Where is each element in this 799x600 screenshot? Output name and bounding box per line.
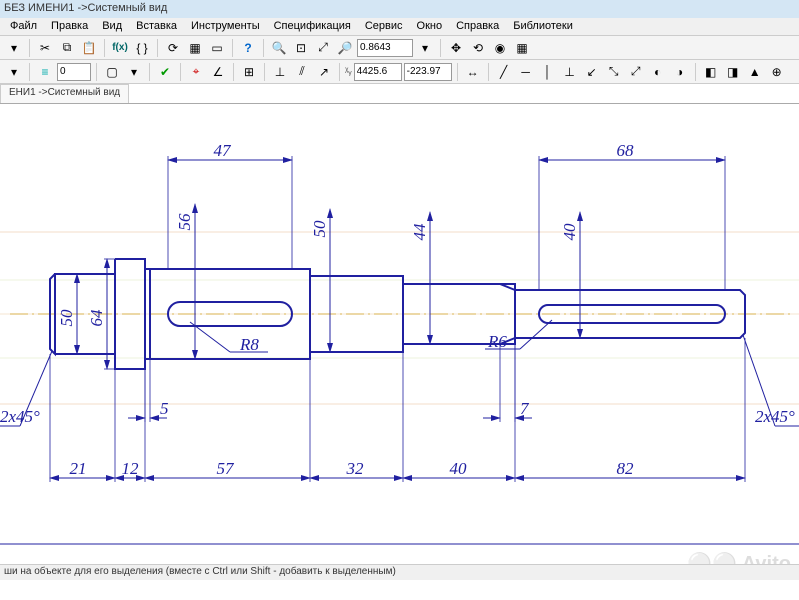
snap-icon[interactable]: ⌖ <box>186 62 206 82</box>
aux6-icon[interactable]: ◧ <box>701 62 721 82</box>
brackets-icon[interactable]: { } <box>132 38 152 58</box>
title-text: БЕЗ ИМЕНИ1 ->Системный вид <box>4 2 167 14</box>
zoom-out-icon[interactable]: 🔎 <box>335 38 355 58</box>
perp2-icon[interactable]: ⊥ <box>560 62 580 82</box>
check-icon[interactable]: ✔ <box>155 62 175 82</box>
grid-icon[interactable]: ⊞ <box>239 62 259 82</box>
shape-icon[interactable]: ▢ <box>102 62 122 82</box>
menu-help[interactable]: Справка <box>450 19 505 34</box>
pan-icon[interactable]: ▦ <box>512 38 532 58</box>
refresh-icon[interactable]: ⟳ <box>163 38 183 58</box>
zoom-in-icon[interactable]: 🔍 <box>269 38 289 58</box>
zoom-fit-icon[interactable]: ⤢ <box>313 38 333 58</box>
tangent-icon[interactable]: ↗ <box>314 62 334 82</box>
dim-50: 50 <box>57 309 76 327</box>
menu-insert[interactable]: Вставка <box>130 19 183 34</box>
dim-56: 56 <box>175 213 194 231</box>
menu-view[interactable]: Вид <box>96 19 128 34</box>
parallel-icon[interactable]: ⫽ <box>292 62 312 82</box>
menu-tools[interactable]: Инструменты <box>185 19 266 34</box>
dim-40: 40 <box>560 223 579 241</box>
dd1-input[interactable] <box>57 63 91 81</box>
menu-service[interactable]: Сервис <box>359 19 409 34</box>
menu-file[interactable]: Файл <box>4 19 43 34</box>
drawing-svg: 47 68 56 50 44 40 50 64 R8 R6 5 <box>0 104 799 564</box>
tab-bar: ЕНИ1 ->Системный вид <box>0 84 799 104</box>
aux3-icon[interactable]: ⤢ <box>626 62 646 82</box>
zoom-area-icon[interactable]: ⊡ <box>291 38 311 58</box>
tab-label: ЕНИ1 ->Системный вид <box>9 87 120 98</box>
dim-linear-icon[interactable]: ↔ <box>463 62 483 82</box>
dim-12: 12 <box>122 459 140 478</box>
line-icon[interactable]: ╱ <box>494 62 514 82</box>
menu-spec[interactable]: Спецификация <box>268 19 357 34</box>
perp-icon[interactable]: ⊥ <box>270 62 290 82</box>
menu-libs[interactable]: Библиотеки <box>507 19 579 34</box>
aux5-icon[interactable]: ◑ <box>670 62 690 82</box>
paste-icon[interactable]: 📋 <box>79 38 99 58</box>
dim-57: 57 <box>217 459 236 478</box>
aux9-icon[interactable]: ⊕ <box>767 62 787 82</box>
aux1-icon[interactable]: ↙ <box>582 62 602 82</box>
aux7-icon[interactable]: ◨ <box>723 62 743 82</box>
dim-21: 21 <box>70 459 87 478</box>
aux8-icon[interactable]: ▲ <box>745 62 765 82</box>
dim-50-inner: 50 <box>310 220 329 238</box>
aux4-icon[interactable]: ◐ <box>648 62 668 82</box>
toolbar-secondary: ▾ ≡ ▢ ▾ ✔ ⌖ ∠ ⊞ ⊥ ⫽ ↗ ᵡᵧ ↔ ╱ ─ │ ⊥ ↙ ⤡ ⤢… <box>0 60 799 84</box>
coord-label: ᵡᵧ <box>345 66 352 77</box>
scissors-icon[interactable]: ✂ <box>35 38 55 58</box>
dim-7: 7 <box>520 399 530 418</box>
new-icon[interactable]: ▾ <box>4 38 24 58</box>
tab-document[interactable]: ЕНИ1 ->Системный вид <box>0 84 129 103</box>
menu-bar: Файл Правка Вид Вставка Инструменты Спец… <box>0 18 799 36</box>
menu-edit[interactable]: Правка <box>45 19 94 34</box>
copy-icon[interactable]: ⧉ <box>57 38 77 58</box>
fx-icon[interactable]: f(x) <box>110 38 130 58</box>
orbit-icon[interactable]: ◉ <box>490 38 510 58</box>
status-bar: ши на объекте для его выделения (вместе … <box>0 564 799 580</box>
dim-r8: R8 <box>239 335 259 354</box>
dim-68: 68 <box>617 141 635 160</box>
angle-icon[interactable]: ∠ <box>208 62 228 82</box>
dim-40b: 40 <box>450 459 468 478</box>
toolbar-main: ▾ ✂ ⧉ 📋 f(x) { } ⟳ ▦ ▭ ? 🔍 ⊡ ⤢ 🔎 ▾ ✥ ⟲ ◉… <box>0 36 799 60</box>
dim-44: 44 <box>410 223 429 241</box>
dd1-icon[interactable]: ▾ <box>4 62 24 82</box>
dim-r6: R6 <box>487 332 507 351</box>
coord-x-input[interactable] <box>354 63 402 81</box>
help-icon[interactable]: ? <box>238 38 258 58</box>
dim-82: 82 <box>617 459 635 478</box>
dropdown-icon[interactable]: ▾ <box>415 38 435 58</box>
move-icon[interactable]: ✥ <box>446 38 466 58</box>
zoom-value-input[interactable] <box>357 39 413 57</box>
layer-icon[interactable]: ≡ <box>35 62 55 82</box>
title-bar: БЕЗ ИМЕНИ1 ->Системный вид <box>0 0 799 18</box>
status-text: ши на объекте для его выделения (вместе … <box>4 566 396 577</box>
layers-icon[interactable]: ▦ <box>185 38 205 58</box>
hline-icon[interactable]: ─ <box>516 62 536 82</box>
dim-64: 64 <box>87 309 106 327</box>
dim-32: 32 <box>346 459 365 478</box>
dd2-icon[interactable]: ▾ <box>124 62 144 82</box>
aux2-icon[interactable]: ⤡ <box>604 62 624 82</box>
vline-icon[interactable]: │ <box>538 62 558 82</box>
chamfer-right: 2x45° <box>755 407 795 426</box>
menu-window[interactable]: Окно <box>411 19 449 34</box>
drawing-canvas[interactable]: 47 68 56 50 44 40 50 64 R8 R6 5 <box>0 104 799 564</box>
coord-y-input[interactable] <box>404 63 452 81</box>
rotate-icon[interactable]: ⟲ <box>468 38 488 58</box>
dim-47: 47 <box>214 141 233 160</box>
preview-icon[interactable]: ▭ <box>207 38 227 58</box>
chamfer-left: 2x45° <box>0 407 40 426</box>
dim-5: 5 <box>160 399 169 418</box>
